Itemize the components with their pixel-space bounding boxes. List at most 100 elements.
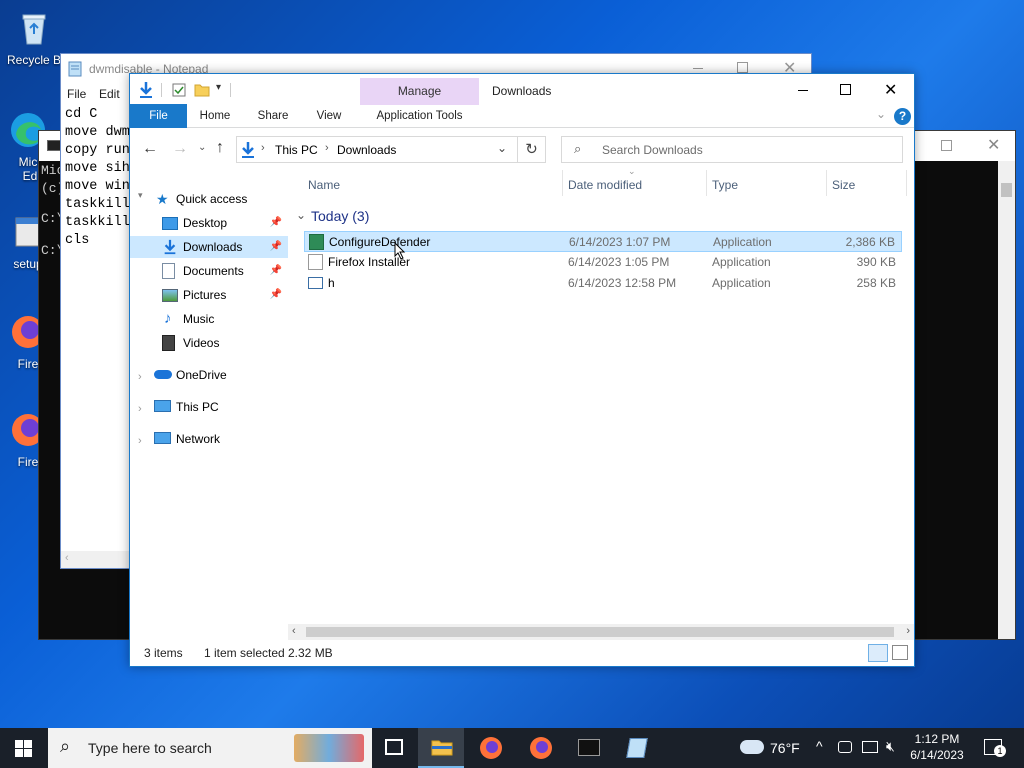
close-icon[interactable]: ✕ — [987, 135, 1000, 155]
back-icon[interactable]: ← — [142, 140, 158, 158]
search-box[interactable]: ⌕ Search Downloads — [561, 136, 903, 163]
clock-date: 6/14/2023 — [910, 748, 964, 762]
recent-locations-icon[interactable]: ⌄ — [198, 142, 206, 153]
scroll-thumb[interactable] — [306, 627, 894, 637]
ribbon-expand-icon[interactable]: ⌄ — [876, 107, 886, 121]
tab-application-tools[interactable]: Application Tools — [360, 104, 479, 128]
column-separator[interactable] — [706, 170, 707, 196]
separator — [161, 83, 162, 97]
minimize-icon[interactable] — [693, 68, 703, 69]
tab-file[interactable]: File — [130, 104, 187, 128]
mouse-cursor-icon — [394, 242, 406, 260]
file-type: Application — [712, 276, 771, 290]
taskbar-firefox-2[interactable] — [518, 728, 564, 768]
help-icon[interactable]: ? — [894, 108, 911, 125]
maximize-icon[interactable] — [737, 62, 748, 73]
status-item-count: 3 items — [144, 646, 183, 660]
notepad-text-area[interactable]: cd C move dwm copy run move sih move win… — [65, 106, 130, 250]
up-icon[interactable]: ↑ — [216, 139, 224, 157]
nav-item-documents[interactable]: Documents 📌 — [130, 260, 288, 282]
column-separator[interactable] — [906, 170, 907, 196]
large-icons-view-icon[interactable] — [892, 645, 908, 660]
tab-view[interactable]: View — [306, 104, 352, 128]
group-header[interactable]: ⌄ Today (3) — [296, 206, 916, 226]
scroll-right-icon[interactable]: › — [906, 625, 910, 637]
console-scrollbar[interactable] — [998, 161, 1015, 639]
column-size[interactable]: Size — [832, 178, 855, 192]
task-view-button[interactable] — [372, 728, 418, 768]
downloads-arrow-icon — [164, 239, 176, 255]
downloads-arrow-icon — [242, 142, 254, 158]
scroll-left-icon[interactable]: ‹ — [292, 625, 296, 637]
maximize-icon[interactable] — [840, 84, 851, 95]
address-dropdown-icon[interactable]: ⌄ — [497, 141, 507, 155]
scroll-left-icon[interactable]: ‹ — [65, 552, 69, 564]
menu-file[interactable]: File — [67, 87, 86, 101]
downloads-arrow-icon[interactable] — [138, 81, 154, 99]
tab-home[interactable]: Home — [192, 104, 238, 128]
volume-muted-icon[interactable]: 🔇︎ — [886, 738, 895, 755]
properties-icon[interactable] — [172, 83, 186, 97]
weather-widget[interactable]: 76°F — [738, 728, 804, 768]
nav-label: OneDrive — [176, 368, 227, 382]
file-row-h[interactable]: h 6/14/2023 12:58 PM Application 258 KB — [304, 273, 902, 294]
show-hidden-icons-icon[interactable]: ^ — [816, 738, 823, 754]
nav-onedrive[interactable]: OneDrive — [130, 364, 288, 386]
column-separator[interactable] — [826, 170, 827, 196]
notification-center[interactable]: 1 — [978, 728, 1018, 768]
clock[interactable]: 1:12 PM 6/14/2023 — [906, 728, 968, 768]
nav-item-pictures[interactable]: Pictures 📌 — [130, 284, 288, 306]
file-name: h — [328, 276, 335, 290]
weather-temperature: 76°F — [770, 740, 800, 756]
nav-label: Quick access — [176, 192, 248, 206]
start-button[interactable] — [0, 728, 46, 768]
details-view-icon[interactable] — [868, 644, 888, 662]
column-type[interactable]: Type — [712, 178, 738, 192]
column-name[interactable]: Name — [308, 178, 340, 192]
column-separator[interactable] — [562, 170, 563, 196]
music-icon: ♪ — [164, 310, 172, 327]
menu-edit[interactable]: Edit — [99, 87, 120, 101]
nav-quick-access[interactable]: ★ Quick access — [130, 188, 288, 210]
tab-share[interactable]: Share — [250, 104, 296, 128]
nav-network[interactable]: Network — [130, 428, 288, 450]
new-folder-icon[interactable] — [194, 83, 210, 97]
notepad-scrollbar[interactable]: ‹ — [61, 551, 131, 568]
maximize-icon[interactable] — [941, 140, 952, 151]
breadcrumb-downloads[interactable]: Downloads — [337, 143, 396, 157]
nav-item-downloads[interactable]: Downloads 📌 — [130, 236, 288, 258]
meet-now-icon[interactable] — [838, 741, 852, 753]
search-input[interactable]: Type here to search — [88, 740, 212, 756]
network-icon[interactable] — [862, 741, 878, 753]
desktop-folder-icon — [162, 217, 178, 230]
horizontal-scrollbar[interactable]: ‹ › — [288, 624, 914, 640]
taskbar-search[interactable]: ⌕ Type here to search — [48, 728, 372, 768]
forward-icon[interactable]: → — [172, 140, 188, 158]
taskbar-file-explorer[interactable] — [418, 728, 464, 768]
nav-item-videos[interactable]: Videos — [130, 332, 288, 354]
breadcrumb-this-pc[interactable]: This PC — [275, 143, 318, 157]
network-icon — [154, 432, 171, 444]
search-input[interactable]: Search Downloads — [602, 143, 703, 157]
taskbar-firefox-1[interactable] — [468, 728, 514, 768]
minimize-icon[interactable] — [798, 90, 808, 91]
manage-context-tab[interactable]: Manage — [360, 78, 479, 105]
close-icon[interactable]: ✕ — [884, 80, 897, 100]
file-size: 390 KB — [856, 255, 896, 269]
status-bar: 3 items 1 item selected 2.32 MB — [130, 640, 914, 666]
explorer-title-bar[interactable]: ▾ Manage Downloads ✕ — [130, 74, 914, 105]
nav-item-desktop[interactable]: Desktop 📌 — [130, 212, 288, 234]
refresh-button[interactable]: ↻ — [518, 136, 546, 163]
taskbar-notepad[interactable] — [614, 728, 660, 768]
quick-access-dropdown-icon[interactable]: ▾ — [216, 82, 221, 93]
nav-item-music[interactable]: ♪ Music — [130, 308, 288, 330]
address-bar[interactable]: › This PC › Downloads ⌄ — [236, 136, 518, 163]
sort-indicator-icon: ⌄ — [628, 166, 636, 176]
nav-this-pc[interactable]: This PC — [130, 396, 288, 418]
collapse-chevron-icon[interactable]: ⌄ — [296, 208, 306, 222]
column-date-modified[interactable]: Date modified — [568, 178, 642, 192]
window-title: Downloads — [492, 84, 552, 98]
star-icon: ★ — [156, 191, 169, 207]
taskbar-command-prompt[interactable] — [566, 728, 612, 768]
file-explorer-window[interactable]: ▾ Manage Downloads ✕ File Home Share Vie… — [129, 73, 915, 667]
